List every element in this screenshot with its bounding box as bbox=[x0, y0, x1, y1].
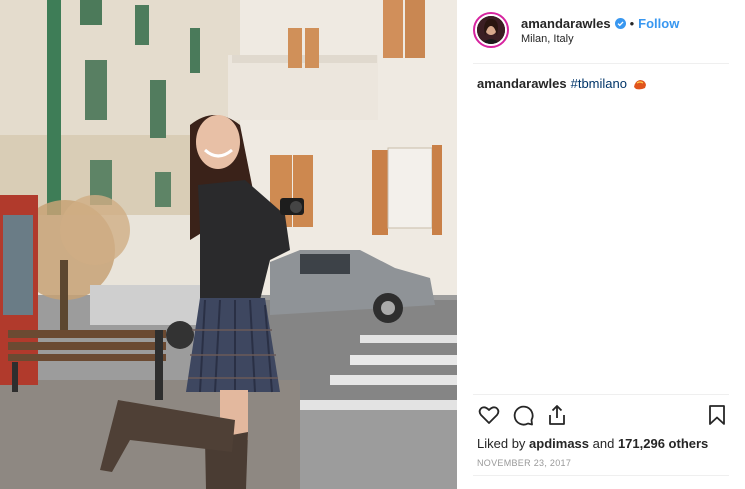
comment-bubble-icon[interactable] bbox=[511, 403, 535, 427]
emoji-icon bbox=[633, 79, 646, 89]
follow-button[interactable]: Follow bbox=[638, 16, 679, 31]
separator-dot: • bbox=[629, 15, 635, 31]
instagram-post: amandarawles • Follow Milan, Italy amand… bbox=[0, 0, 745, 489]
verified-badge-icon bbox=[614, 17, 626, 29]
likes-text: Liked by apdimass and 171,296 others bbox=[477, 436, 708, 451]
heart-icon[interactable] bbox=[477, 403, 501, 427]
location-link[interactable]: Milan, Italy bbox=[521, 33, 679, 45]
user-block: amandarawles • Follow Milan, Italy bbox=[521, 16, 679, 45]
post-date[interactable]: NOVEMBER 23, 2017 bbox=[477, 458, 571, 468]
actions-divider bbox=[473, 394, 729, 395]
avatar-image bbox=[477, 16, 505, 44]
footer-divider bbox=[473, 475, 729, 476]
likes-prefix: Liked by bbox=[477, 436, 530, 451]
action-bar bbox=[477, 403, 729, 429]
street-scene-photo bbox=[0, 0, 457, 489]
header-divider bbox=[473, 63, 729, 64]
liker-username[interactable]: apdimass bbox=[529, 436, 589, 451]
username-link[interactable]: amandarawles bbox=[521, 16, 611, 31]
avatar-portrait-icon bbox=[477, 16, 505, 44]
post-header: amandarawles • Follow Milan, Italy bbox=[473, 10, 729, 50]
caption-hashtag[interactable]: #tbmilano bbox=[571, 76, 627, 91]
post-side-panel: amandarawles • Follow Milan, Italy amand… bbox=[457, 0, 745, 489]
user-row: amandarawles • Follow bbox=[521, 16, 679, 31]
likes-middle: and bbox=[589, 436, 618, 451]
avatar[interactable] bbox=[473, 12, 509, 48]
bookmark-icon[interactable] bbox=[705, 403, 729, 427]
likes-count[interactable]: 171,296 others bbox=[618, 436, 708, 451]
post-photo[interactable] bbox=[0, 0, 457, 489]
caption-username[interactable]: amandarawles bbox=[477, 76, 567, 91]
share-icon[interactable] bbox=[545, 403, 569, 427]
caption: amandarawles #tbmilano bbox=[477, 76, 647, 91]
